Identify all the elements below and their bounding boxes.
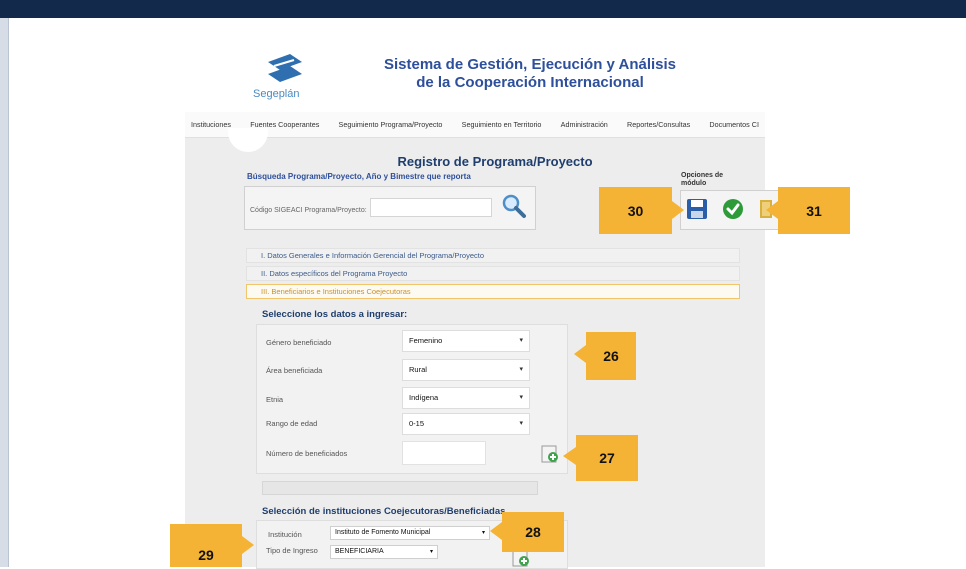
callout-26-arrow <box>574 345 586 363</box>
chevron-down-icon: ▾ <box>481 530 485 536</box>
add-row-icon[interactable] <box>541 445 559 463</box>
income-type-select[interactable]: BENEFICIARIA ▾ <box>330 545 438 559</box>
institution-select[interactable]: Instituto de Fomento Municipal ▾ <box>330 526 490 540</box>
callout-29: 29 <box>170 524 242 567</box>
income-type-select-value: BENEFICIARIA <box>335 548 384 555</box>
callout-26: 26 <box>586 332 636 380</box>
save-icon[interactable] <box>686 198 708 220</box>
top-banner <box>0 0 966 18</box>
ethnicity-select-value: Indígena <box>409 393 439 402</box>
ethnicity-select[interactable]: Indígena ▾ <box>402 387 530 409</box>
system-title: Sistema de Gestión, Ejecución y Análisis… <box>360 56 700 92</box>
title-line-1: Sistema de Gestión, Ejecución y Análisis <box>383 56 677 73</box>
callout-27: 27 <box>576 435 638 481</box>
callout-30-arrow <box>672 201 684 219</box>
area-select-value: Rural <box>409 365 427 374</box>
module-options-label: Opciones de módulo <box>681 172 723 188</box>
chevron-down-icon: ▾ <box>429 549 433 555</box>
section-beneficiarios[interactable]: III. Beneficiarios e Instituciones Coeje… <box>246 284 740 299</box>
beneficiaries-section-title: Seleccione los datos a ingresar: <box>262 309 408 320</box>
callout-31-arrow <box>766 201 778 219</box>
gender-select-value: Femenino <box>409 336 443 345</box>
institution-label: Institución <box>268 530 302 539</box>
options-label-line-2: módulo <box>681 180 707 187</box>
age-range-select[interactable]: 0-15 ▾ <box>402 413 530 435</box>
code-label: Código SIGEACI Programa/Proyecto: <box>250 207 367 214</box>
callout-29-arrow <box>242 536 254 554</box>
page-title: Registro de Programa/Proyecto <box>397 154 593 169</box>
menu-item-seguimiento-territorio[interactable]: Seguimiento en Territorio <box>462 120 542 129</box>
beneficiary-count-input[interactable] <box>402 441 486 465</box>
code-input[interactable] <box>370 198 492 217</box>
logo-text: Segeplán <box>253 88 300 100</box>
callout-27-arrow <box>563 447 576 465</box>
chevron-down-icon: ▾ <box>519 337 523 344</box>
menu-item-documentos[interactable]: Documentos CI <box>709 120 759 129</box>
chevron-down-icon: ▾ <box>519 366 523 373</box>
age-range-label: Rango de edad <box>266 419 318 428</box>
institution-select-value: Instituto de Fomento Municipal <box>335 529 431 536</box>
menu-item-instituciones[interactable]: Instituciones <box>191 120 231 129</box>
menu-item-seguimiento-programa[interactable]: Seguimiento Programa/Proyecto <box>339 120 443 129</box>
chevron-down-icon: ▾ <box>519 394 523 401</box>
callout-30: 30 <box>599 187 672 234</box>
separator-bar <box>262 481 538 495</box>
menu-item-administracion[interactable]: Administración <box>561 120 608 129</box>
income-type-label: Tipo de Ingreso <box>266 546 318 555</box>
callout-31: 31 <box>778 187 850 234</box>
options-label-line-1: Opciones de <box>681 172 724 179</box>
search-section-label: Búsqueda Programa/Proyecto, Año y Bimest… <box>247 172 471 181</box>
area-label: Área beneficiada <box>266 366 323 375</box>
title-line-2: de la Cooperación Internacional <box>416 74 644 91</box>
institutions-section-title: Selección de instituciones Coejecutoras/… <box>262 506 506 517</box>
gender-label: Género beneficiado <box>266 338 332 347</box>
beneficiary-count-label: Número de beneficiados <box>266 449 348 458</box>
callout-28: 28 <box>502 512 564 552</box>
checkmark-icon[interactable] <box>722 198 744 220</box>
window-edge <box>0 18 9 567</box>
callout-28-arrow <box>490 522 502 540</box>
menu-item-reportes[interactable]: Reportes/Consultas <box>627 120 690 129</box>
main-menu: Instituciones Fuentes Cooperantes Seguim… <box>185 112 765 138</box>
ethnicity-label: Etnia <box>266 395 284 404</box>
section-datos-especificos[interactable]: II. Datos específicos del Programa Proye… <box>246 266 740 281</box>
age-range-select-value: 0-15 <box>409 419 425 428</box>
search-icon[interactable] <box>500 192 528 220</box>
area-select[interactable]: Rural ▾ <box>402 359 530 381</box>
chevron-down-icon: ▾ <box>519 420 523 427</box>
section-datos-generales[interactable]: I. Datos Generales e Información Gerenci… <box>246 248 740 263</box>
gender-select[interactable]: Femenino ▾ <box>402 330 530 352</box>
